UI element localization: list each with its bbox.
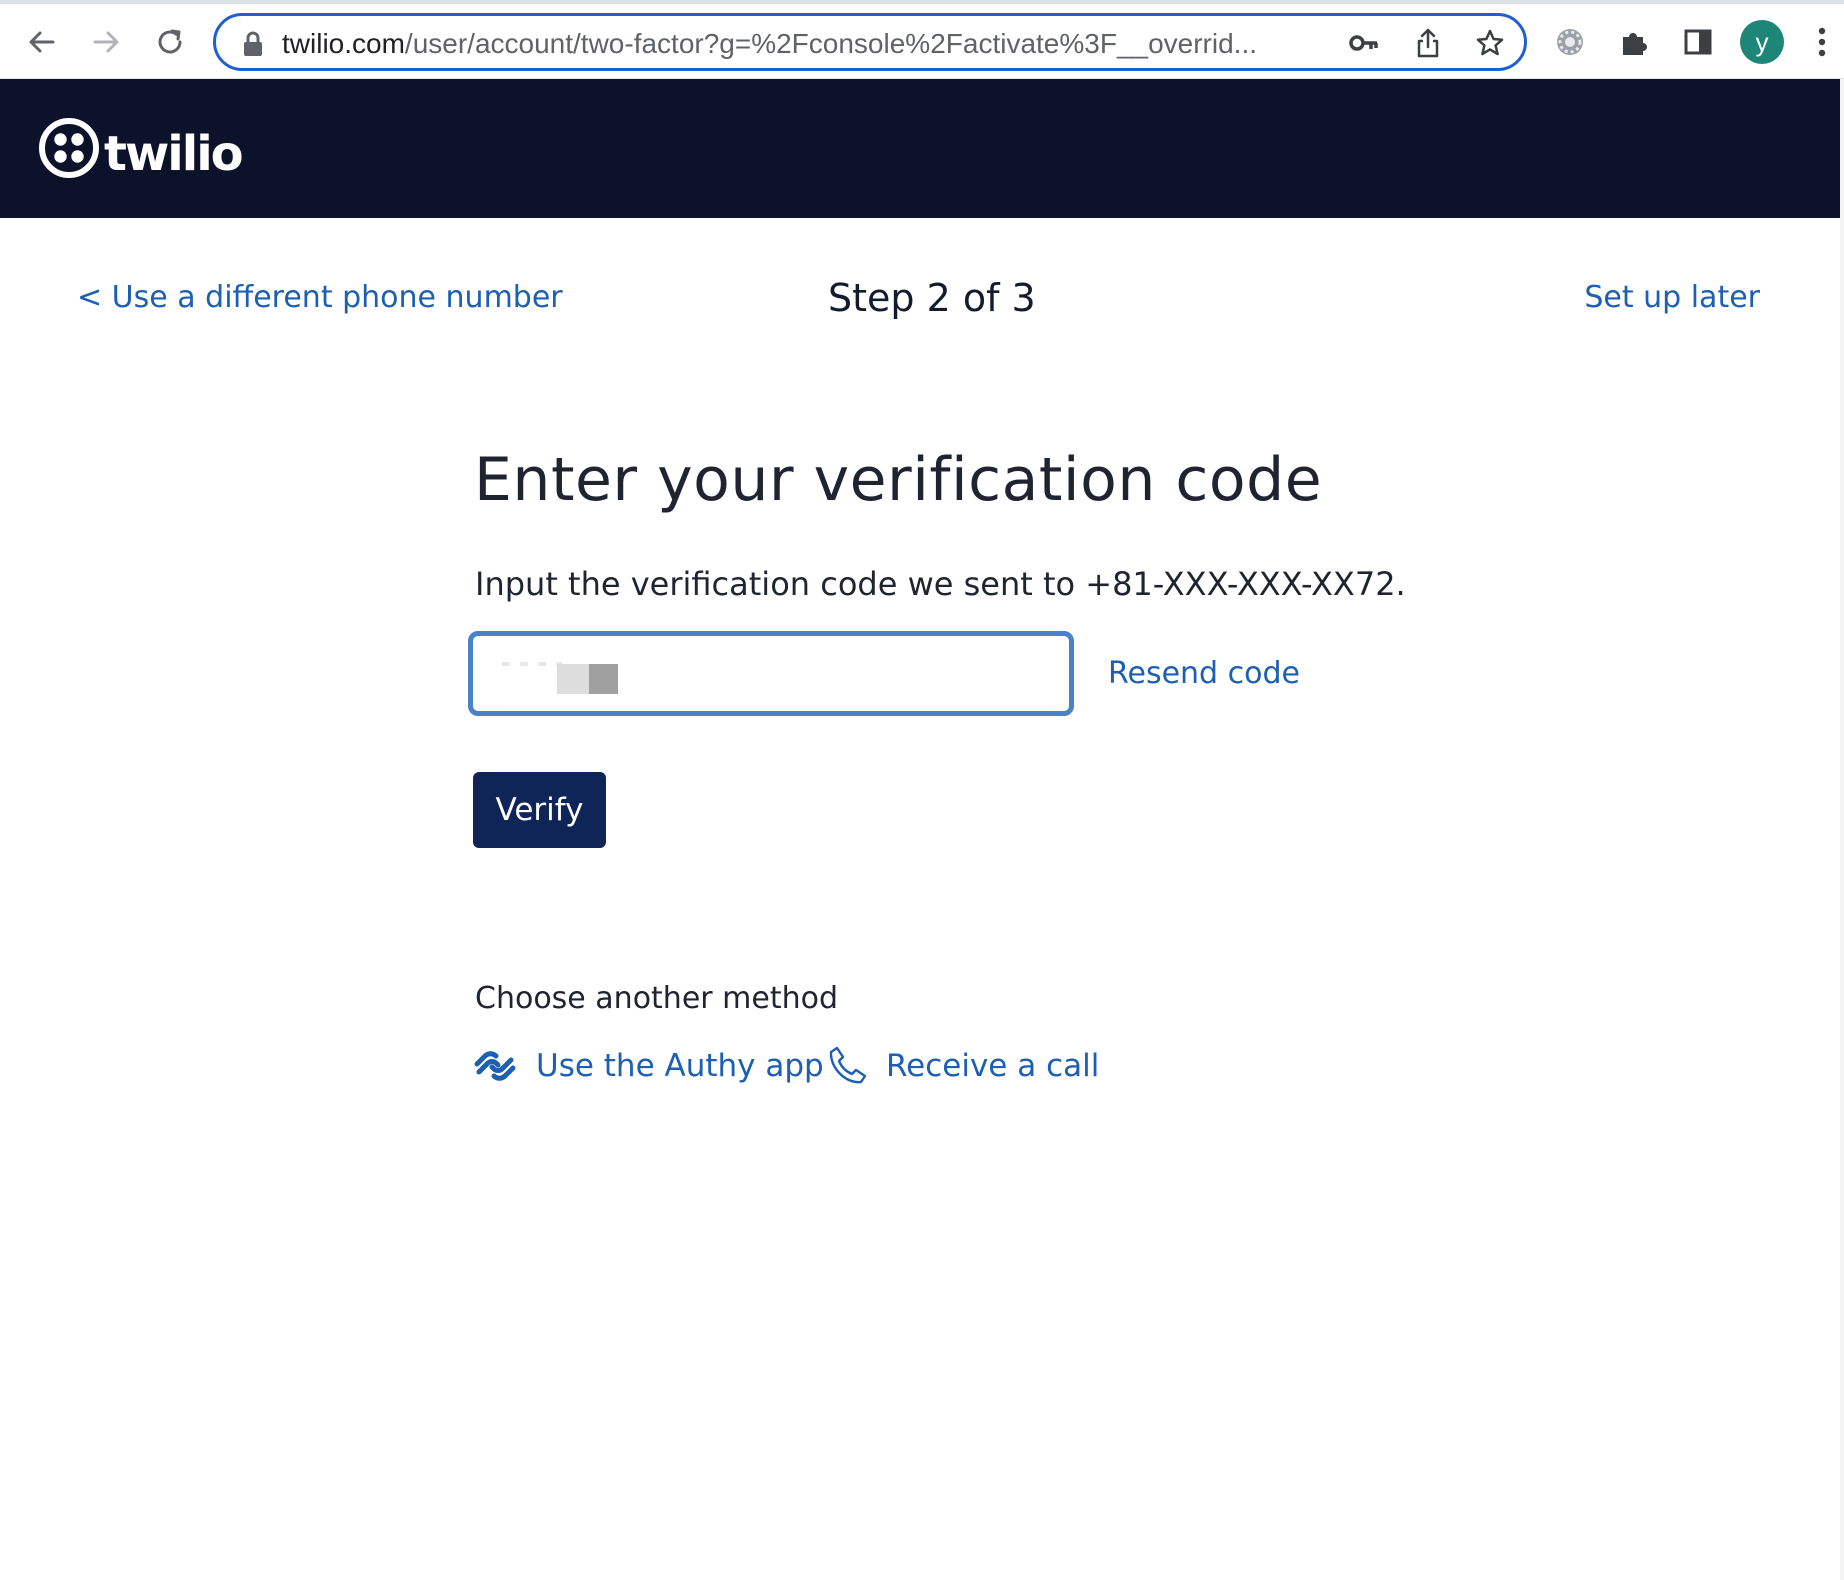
twilio-logo-icon[interactable] (38, 117, 100, 184)
puzzle-icon (1619, 27, 1649, 57)
profile-avatar[interactable]: y (1740, 20, 1784, 64)
reload-button[interactable] (146, 18, 194, 66)
receive-call-label: Receive a call (886, 1048, 1100, 1084)
arrow-left-icon (26, 26, 58, 58)
extension-settings-button[interactable] (1546, 18, 1594, 66)
lock-icon (242, 31, 264, 62)
side-panel-button[interactable] (1674, 18, 1722, 66)
url-text: twilio.com/user/account/two-factor?g=%2F… (282, 29, 1352, 59)
browser-menu-button[interactable] (1802, 18, 1842, 66)
profile-initial: y (1755, 27, 1769, 57)
extensions-button[interactable] (1610, 18, 1658, 66)
bookmark-star-icon[interactable] (1474, 27, 1506, 59)
redacted-code-dark (589, 664, 618, 694)
redacted-code-light (557, 664, 589, 694)
reload-icon (154, 26, 186, 58)
gear-icon (1553, 25, 1587, 59)
step-indicator: Step 2 of 3 (828, 276, 1036, 320)
url-path: /user/account/two-factor?g=%2Fconsole%2F… (404, 29, 1258, 59)
use-authy-app-link[interactable]: Use the Authy app (474, 1044, 824, 1088)
share-icon[interactable] (1412, 27, 1444, 59)
twilio-wordmark[interactable]: twilio (104, 119, 244, 189)
page-scroll-edge (1840, 79, 1844, 1580)
forward-button[interactable] (82, 18, 130, 66)
url-host: twilio.com (282, 29, 405, 59)
browser-toolbar: twilio.com/user/account/two-factor?g=%2F… (0, 4, 1844, 78)
side-panel-icon (1684, 29, 1712, 55)
arrow-right-icon (90, 26, 122, 58)
set-up-later-link[interactable]: Set up later (1584, 278, 1760, 318)
page-title: Enter your verification code (474, 445, 1323, 515)
back-button[interactable] (18, 18, 66, 66)
key-icon[interactable] (1348, 27, 1380, 59)
address-bar[interactable]: twilio.com/user/account/two-factor?g=%2F… (213, 13, 1527, 71)
phone-icon (826, 1046, 868, 1086)
site-header: twilio (0, 79, 1840, 218)
use-authy-app-label: Use the Authy app (536, 1048, 824, 1084)
other-method-heading: Choose another method (475, 981, 839, 1016)
use-different-number-link[interactable]: < Use a different phone number (77, 278, 563, 318)
resend-code-link[interactable]: Resend code (1108, 654, 1300, 694)
redacted-code-dots (502, 662, 562, 666)
verify-button[interactable]: Verify (473, 772, 606, 848)
receive-call-link[interactable]: Receive a call (826, 1044, 1099, 1088)
more-vertical-icon (1818, 27, 1826, 57)
instructions-text: Input the verification code we sent to +… (475, 565, 1406, 603)
authy-icon (474, 1050, 516, 1082)
